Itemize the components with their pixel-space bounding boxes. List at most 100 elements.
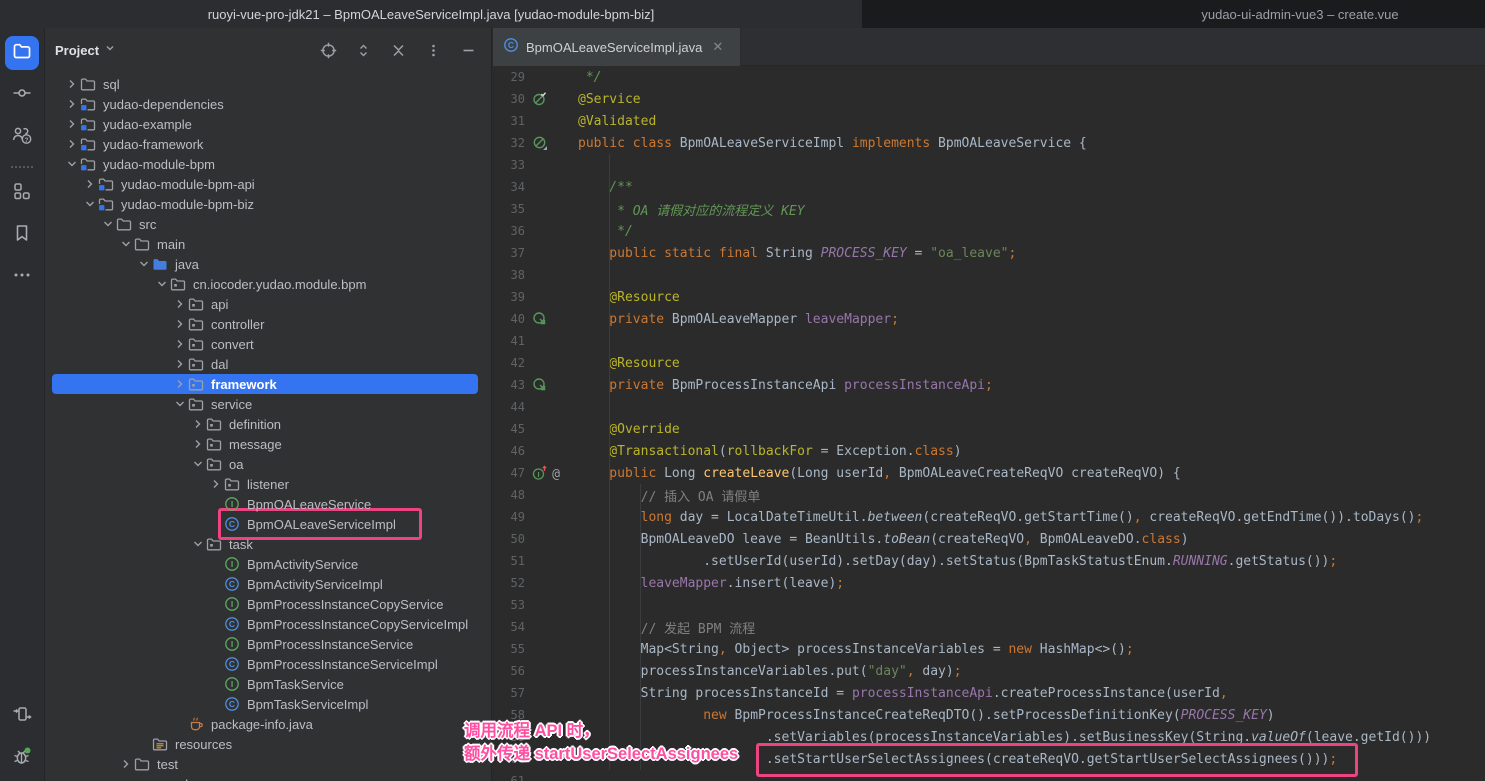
tree-row-sql[interactable]: sql xyxy=(45,74,491,94)
tree-row-resources[interactable]: resources xyxy=(45,734,491,754)
tree-row-yudao-dependencies[interactable]: yudao-dependencies xyxy=(45,94,491,114)
code-line-50[interactable]: 50 BpmOALeaveDO leave = BeanUtils.toBean… xyxy=(493,528,1485,550)
code-line-44[interactable]: 44 xyxy=(493,396,1485,418)
locate-file-icon[interactable] xyxy=(319,41,337,59)
structure-tool-button[interactable] xyxy=(5,176,39,210)
code-line-29[interactable]: 29 */ xyxy=(493,66,1485,88)
code-line-32[interactable]: 32public class BpmOALeaveServiceImpl imp… xyxy=(493,132,1485,154)
tree-row-yudao-framework[interactable]: yudao-framework xyxy=(45,134,491,154)
tree-row-task[interactable]: task xyxy=(45,534,491,554)
bean-check-gutter-icon[interactable] xyxy=(525,91,578,107)
tree-row-BpmActivityService[interactable]: IBpmActivityService xyxy=(45,554,491,574)
project-panel-title[interactable]: Project xyxy=(55,43,99,58)
bean-impl-gutter-icon[interactable] xyxy=(525,135,578,151)
tree-row-BpmTaskService[interactable]: IBpmTaskService xyxy=(45,674,491,694)
tree-row-BpmOALeaveServiceImpl[interactable]: CBpmOALeaveServiceImpl xyxy=(45,514,491,534)
chevron-down-icon[interactable] xyxy=(63,156,80,172)
code-line-39[interactable]: 39 @Resource xyxy=(493,286,1485,308)
chevron-right-icon[interactable] xyxy=(171,336,188,352)
problems-tool-button[interactable] xyxy=(5,741,39,775)
code-line-61[interactable]: 61 xyxy=(493,770,1485,781)
chevron-down-icon[interactable] xyxy=(189,456,206,472)
code-line-42[interactable]: 42 @Resource xyxy=(493,352,1485,374)
tree-row-oa[interactable]: oa xyxy=(45,454,491,474)
tree-row-pom.xml[interactable]: mpom.xml xyxy=(45,774,491,781)
tree-row-definition[interactable]: definition xyxy=(45,414,491,434)
tree-row-main[interactable]: main xyxy=(45,234,491,254)
chevron-down-icon[interactable] xyxy=(99,216,116,232)
tree-row-yudao-module-bpm-biz[interactable]: yudao-module-bpm-biz xyxy=(45,194,491,214)
tree-row-BpmProcessInstanceCopyServiceImpl[interactable]: CBpmProcessInstanceCopyServiceImpl xyxy=(45,614,491,634)
chevron-right-icon[interactable] xyxy=(63,116,80,132)
tree-row-BpmActivityServiceImpl[interactable]: CBpmActivityServiceImpl xyxy=(45,574,491,594)
code-line-35[interactable]: 35 * OA 请假对应的流程定义 KEY xyxy=(493,198,1485,220)
code-line-55[interactable]: 55 Map<String, Object> processInstanceVa… xyxy=(493,638,1485,660)
code-line-43[interactable]: 43 private BpmProcessInstanceApi process… xyxy=(493,374,1485,396)
tree-row-yudao-example[interactable]: yudao-example xyxy=(45,114,491,134)
code-line-41[interactable]: 41 xyxy=(493,330,1485,352)
editor-tab[interactable]: C BpmOALeaveServiceImpl.java ✕ xyxy=(493,28,741,66)
code-line-46[interactable]: 46 @Transactional(rollbackFor = Exceptio… xyxy=(493,440,1485,462)
expand-all-icon[interactable] xyxy=(354,41,372,59)
pull-requests-tool-button[interactable]: ? xyxy=(5,120,39,154)
chevron-right-icon[interactable] xyxy=(63,136,80,152)
tree-row-java[interactable]: java xyxy=(45,254,491,274)
code-line-40[interactable]: 40 private BpmOALeaveMapper leaveMapper; xyxy=(493,308,1485,330)
code-line-51[interactable]: 51 .setUserId(userId).setDay(day).setSta… xyxy=(493,550,1485,572)
code-line-47[interactable]: 47I@ public Long createLeave(Long userId… xyxy=(493,462,1485,484)
impl-at-gutter-icon[interactable]: I@ xyxy=(525,465,578,482)
tree-row-cn.iocoder.yudao.module.bpm[interactable]: cn.iocoder.yudao.module.bpm xyxy=(45,274,491,294)
chevron-right-icon[interactable] xyxy=(171,296,188,312)
tree-row-test[interactable]: test xyxy=(45,754,491,774)
tree-row-controller[interactable]: controller xyxy=(45,314,491,334)
tree-row-BpmProcessInstanceServiceImpl[interactable]: CBpmProcessInstanceServiceImpl xyxy=(45,654,491,674)
tree-row-BpmProcessInstanceCopyService[interactable]: IBpmProcessInstanceCopyService xyxy=(45,594,491,614)
autowire-gutter-icon[interactable] xyxy=(525,311,578,327)
hide-panel-icon[interactable] xyxy=(459,41,477,59)
tree-row-convert[interactable]: convert xyxy=(45,334,491,354)
code-line-52[interactable]: 52 leaveMapper.insert(leave); xyxy=(493,572,1485,594)
code-line-48[interactable]: 48 // 插入 OA 请假单 xyxy=(493,484,1485,506)
tree-row-package-info.java[interactable]: package-info.java xyxy=(45,714,491,734)
tree-row-src[interactable]: src xyxy=(45,214,491,234)
collapse-all-icon[interactable] xyxy=(389,41,407,59)
tree-row-dal[interactable]: dal xyxy=(45,354,491,374)
code-line-49[interactable]: 49 long day = LocalDateTimeUtil.between(… xyxy=(493,506,1485,528)
tree-row-listener[interactable]: listener xyxy=(45,474,491,494)
chevron-right-icon[interactable] xyxy=(81,176,98,192)
project-tool-button[interactable] xyxy=(5,36,39,70)
chevron-right-icon[interactable] xyxy=(189,416,206,432)
commit-tool-button[interactable] xyxy=(5,78,39,112)
tree-row-api[interactable]: api xyxy=(45,294,491,314)
chevron-down-icon[interactable] xyxy=(117,236,134,252)
chevron-right-icon[interactable] xyxy=(63,76,80,92)
chevron-right-icon[interactable] xyxy=(189,436,206,452)
code-line-45[interactable]: 45 @Override xyxy=(493,418,1485,440)
code-line-31[interactable]: 31@Validated xyxy=(493,110,1485,132)
code-line-30[interactable]: 30@Service xyxy=(493,88,1485,110)
code-line-56[interactable]: 56 processInstanceVariables.put("day", d… xyxy=(493,660,1485,682)
chevron-down-icon[interactable] xyxy=(171,396,188,412)
chevron-right-icon[interactable] xyxy=(171,356,188,372)
code-line-53[interactable]: 53 xyxy=(493,594,1485,616)
tree-row-yudao-module-bpm-api[interactable]: yudao-module-bpm-api xyxy=(45,174,491,194)
close-tab-icon[interactable]: ✕ xyxy=(712,39,723,55)
tree-row-BpmOALeaveService[interactable]: IBpmOALeaveService xyxy=(45,494,491,514)
tree-row-BpmProcessInstanceService[interactable]: IBpmProcessInstanceService xyxy=(45,634,491,654)
code-line-37[interactable]: 37 public static final String PROCESS_KE… xyxy=(493,242,1485,264)
code-line-54[interactable]: 54 // 发起 BPM 流程 xyxy=(493,616,1485,638)
tree-row-yudao-module-bpm[interactable]: yudao-module-bpm xyxy=(45,154,491,174)
code-line-60[interactable]: 60 .setStartUserSelectAssignees(createRe… xyxy=(493,748,1485,770)
code-line-57[interactable]: 57 String processInstanceId = processIns… xyxy=(493,682,1485,704)
code-line-36[interactable]: 36 */ xyxy=(493,220,1485,242)
services-tool-button[interactable] xyxy=(5,699,39,733)
code-line-59[interactable]: 59 .setVariables(processInstanceVariable… xyxy=(493,726,1485,748)
bookmarks-tool-button[interactable] xyxy=(5,218,39,252)
chevron-down-icon[interactable] xyxy=(103,41,117,60)
chevron-right-icon[interactable] xyxy=(207,476,224,492)
chevron-down-icon[interactable] xyxy=(81,196,98,212)
code-line-58[interactable]: 58 new BpmProcessInstanceCreateReqDTO().… xyxy=(493,704,1485,726)
tree-row-service[interactable]: service xyxy=(45,394,491,414)
code-line-38[interactable]: 38 xyxy=(493,264,1485,286)
titlebar-inactive-window[interactable]: yudao-ui-admin-vue3 – create.vue xyxy=(862,0,1485,28)
